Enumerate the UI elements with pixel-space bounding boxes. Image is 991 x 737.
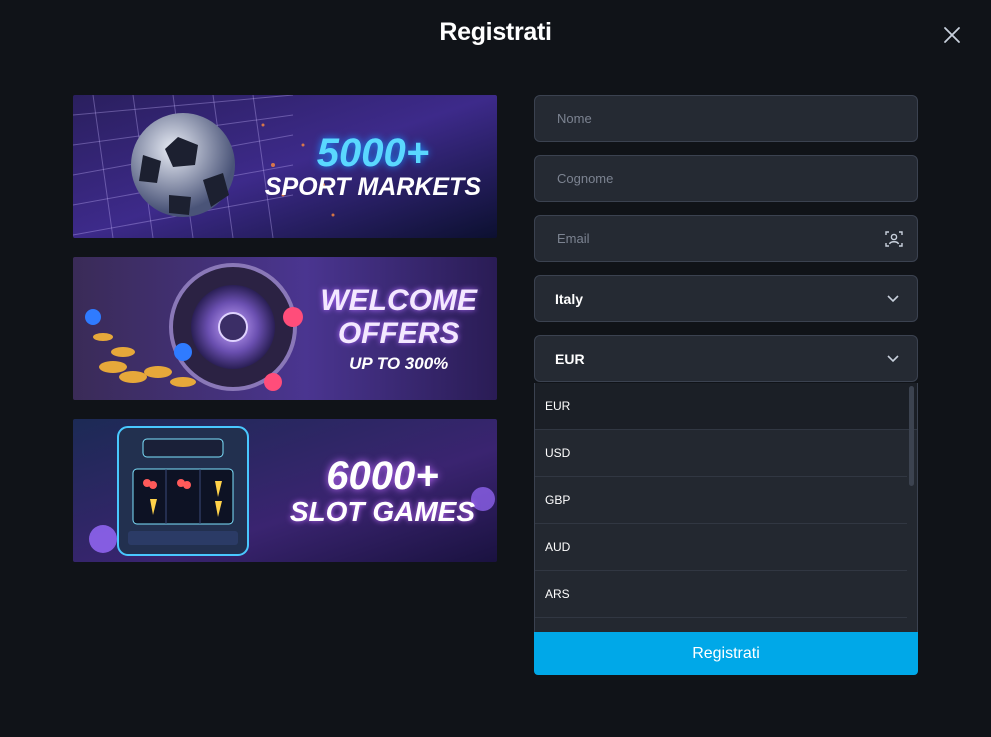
last-name-input[interactable] — [555, 170, 897, 187]
country-select-value: Italy — [555, 290, 584, 307]
currency-option-usd[interactable]: USD — [535, 430, 907, 477]
currency-dropdown[interactable]: EUR USD GBP AUD ARS — [534, 383, 918, 633]
dropdown-scrollbar[interactable] — [909, 386, 914, 486]
banner-slot-games-headline: 6000+ — [326, 453, 439, 498]
banner-welcome-subtitle: UP TO 300% — [349, 353, 449, 373]
currency-option-ars[interactable]: ARS — [535, 571, 907, 618]
first-name-field[interactable] — [534, 95, 918, 142]
banner-sport-markets-headline: 5000+ — [316, 131, 430, 175]
contact-card-icon[interactable] — [884, 229, 903, 249]
banner-welcome-headline: WELCOME — [320, 283, 477, 317]
first-name-input[interactable] — [555, 110, 897, 127]
banner-welcome-offers-text: OFFERS — [337, 316, 460, 350]
banner-welcome-offers[interactable]: WELCOME OFFERS UP TO 300% — [73, 257, 497, 400]
email-input[interactable] — [555, 230, 885, 247]
chevron-down-icon — [883, 349, 903, 369]
currency-select[interactable]: EUR — [534, 335, 918, 382]
close-button[interactable] — [939, 22, 965, 48]
currency-option-aud[interactable]: AUD — [535, 524, 907, 571]
last-name-field[interactable] — [534, 155, 918, 202]
currency-option-gbp[interactable]: GBP — [535, 477, 907, 524]
close-icon — [944, 27, 960, 43]
currency-select-value: EUR — [555, 350, 585, 367]
modal-title: Registrati — [439, 18, 552, 46]
banner-slot-games-subtitle: SLOT GAMES — [289, 495, 475, 527]
country-select[interactable]: Italy — [534, 275, 918, 322]
email-field[interactable] — [534, 215, 918, 262]
banner-sport-markets-subtitle: SPORT MARKETS — [264, 173, 481, 201]
currency-option-eur[interactable]: EUR — [535, 383, 917, 430]
chevron-down-icon — [883, 289, 903, 309]
banner-sport-markets[interactable]: 5000+ SPORT MARKETS — [73, 95, 497, 238]
register-button[interactable]: Registrati — [534, 632, 918, 675]
banner-slot-games[interactable]: 6000+ SLOT GAMES — [73, 419, 497, 562]
